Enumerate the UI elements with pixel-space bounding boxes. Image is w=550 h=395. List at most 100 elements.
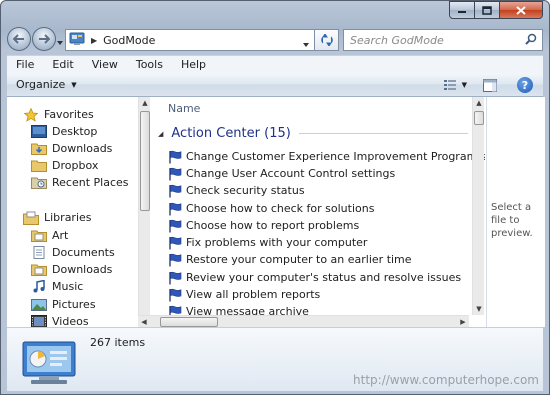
preview-message: Select a file to preview. <box>491 202 533 239</box>
action-center-flag-icon <box>168 236 182 250</box>
address-location: GodMode <box>103 33 156 47</box>
search-input[interactable]: Search GodMode <box>350 34 525 47</box>
action-center-flag-icon <box>168 288 182 302</box>
scrollbar-thumb[interactable] <box>140 111 150 211</box>
change-view-button[interactable]: ▼ <box>443 79 467 91</box>
forward-button[interactable] <box>32 27 56 51</box>
nav-item-label: Art <box>52 229 69 242</box>
explorer-window: ▶ GodMode Search GodMode File Edit View … <box>0 0 550 395</box>
search-icon[interactable] <box>525 33 537 48</box>
list-item[interactable]: Restore your computer to an earlier time <box>168 251 412 268</box>
menu-file[interactable]: File <box>7 58 43 71</box>
list-item[interactable]: Check security status <box>168 182 305 199</box>
column-header-name[interactable]: Name <box>168 102 200 115</box>
close-button[interactable] <box>500 1 543 19</box>
list-item-label: Restore your computer to an earlier time <box>186 253 412 266</box>
action-center-flag-icon <box>168 219 182 233</box>
scroll-up-icon[interactable]: ▲ <box>473 97 485 109</box>
arrow-left-icon <box>13 34 24 44</box>
recent-pages-dropdown[interactable] <box>57 35 63 48</box>
nav-item-art[interactable]: Art <box>31 227 68 244</box>
chevron-down-icon: ▼ <box>71 80 77 89</box>
nav-item-desktop[interactable]: Desktop <box>31 123 97 140</box>
nav-favorites[interactable]: Favorites <box>23 106 94 123</box>
list-item[interactable]: Change Customer Experience Improvement P… <box>168 148 485 165</box>
list-item-label: Fix problems with your computer <box>186 236 368 249</box>
item-count: 267 items <box>90 336 146 349</box>
chevron-down-icon[interactable]: ▼ <box>462 81 467 89</box>
collapse-group-icon[interactable]: ◢ <box>158 130 163 138</box>
help-icon[interactable]: ? <box>517 77 533 93</box>
breadcrumb-chevron-icon[interactable]: ▶ <box>91 36 97 45</box>
list-item[interactable]: Choose how to check for solutions <box>168 200 374 217</box>
address-bar[interactable]: ▶ GodMode <box>65 29 315 51</box>
library-icon <box>31 263 47 277</box>
downloads-folder-icon <box>31 142 47 156</box>
group-header[interactable]: ◢ Action Center (15) <box>158 126 468 141</box>
list-item[interactable]: View all problem reports <box>168 286 320 303</box>
nav-item-dropbox[interactable]: Dropbox <box>31 157 98 174</box>
pictures-icon <box>31 298 47 312</box>
nav-item-label: Videos <box>52 315 89 327</box>
navigation-pane: Favorites Desktop Downloads Dropbox Rece… <box>7 97 138 327</box>
nav-libraries[interactable]: Libraries <box>23 209 92 226</box>
file-list-scrollbar[interactable]: ▲ ▼ <box>472 97 484 315</box>
nav-item-music[interactable]: Music <box>31 278 83 295</box>
chevron-down-icon <box>57 41 63 45</box>
menu-tools[interactable]: Tools <box>127 58 172 71</box>
scrollbar-thumb[interactable] <box>160 317 218 327</box>
scrollbar-thumb[interactable] <box>474 111 484 125</box>
action-center-flag-icon <box>168 271 182 285</box>
nav-item-label: Downloads <box>52 142 113 155</box>
list-item[interactable]: Change User Account Control settings <box>168 165 395 182</box>
list-item[interactable]: Choose how to report problems <box>168 217 359 234</box>
menu-edit[interactable]: Edit <box>43 58 82 71</box>
menu-help[interactable]: Help <box>172 58 215 71</box>
menu-bar: File Edit View Tools Help <box>7 55 543 73</box>
nav-item-label: Dropbox <box>52 159 99 172</box>
command-bar: Organize ▼ ▼ ? <box>7 73 543 97</box>
action-center-flag-icon <box>168 202 182 216</box>
arrow-right-icon <box>39 34 50 44</box>
list-item-label: Check security status <box>186 184 305 197</box>
nav-item-documents[interactable]: Documents <box>31 244 115 261</box>
nav-item-downloads-library[interactable]: Downloads <box>31 261 112 278</box>
preview-pane: Select a file to preview. <box>486 97 545 327</box>
nav-item-label: Desktop <box>52 125 98 138</box>
scroll-up-icon[interactable]: ▲ <box>139 97 151 109</box>
horizontal-scrollbar[interactable]: ◀ ▶ <box>138 315 469 327</box>
list-item-label: Change User Account Control settings <box>186 167 396 180</box>
preview-pane-icon <box>483 78 497 92</box>
nav-item-recent-places[interactable]: Recent Places <box>31 174 129 191</box>
nav-item-label: Music <box>52 280 84 293</box>
documents-icon <box>31 246 47 260</box>
nav-item-pictures[interactable]: Pictures <box>31 296 96 313</box>
organize-label: Organize <box>16 78 66 91</box>
videos-icon <box>31 315 47 327</box>
back-button[interactable] <box>7 27 31 51</box>
scroll-down-icon[interactable]: ▼ <box>473 303 485 315</box>
preview-pane-button[interactable] <box>483 78 497 92</box>
list-item[interactable]: Fix problems with your computer <box>168 234 367 251</box>
address-row: ▶ GodMode Search GodMode <box>1 25 549 55</box>
action-center-flag-icon <box>168 253 182 267</box>
nav-item-label: Recent Places <box>52 176 129 189</box>
group-title: Action Center (15) <box>171 126 291 141</box>
minimize-button[interactable] <box>449 1 475 19</box>
list-item[interactable]: Review your computer's status and resolv… <box>168 269 461 286</box>
refresh-button[interactable] <box>315 29 339 51</box>
menu-view[interactable]: View <box>83 58 127 71</box>
search-box[interactable]: Search GodMode <box>343 29 543 51</box>
folder-icon <box>31 159 47 173</box>
nav-item-videos[interactable]: Videos <box>31 313 89 327</box>
maximize-button[interactable] <box>475 1 500 19</box>
organize-button[interactable]: Organize ▼ <box>16 78 77 91</box>
control-panel-icon <box>21 340 77 389</box>
nav-favorites-label: Favorites <box>44 108 94 121</box>
maximize-icon <box>482 5 492 15</box>
navigation-pane-scrollbar[interactable]: ▲ ▼ <box>138 97 150 327</box>
watermark: http://www.computerhope.com <box>353 373 539 387</box>
nav-item-downloads[interactable]: Downloads <box>31 140 112 157</box>
address-dropdown-icon[interactable] <box>303 37 309 50</box>
group-divider <box>298 133 468 134</box>
